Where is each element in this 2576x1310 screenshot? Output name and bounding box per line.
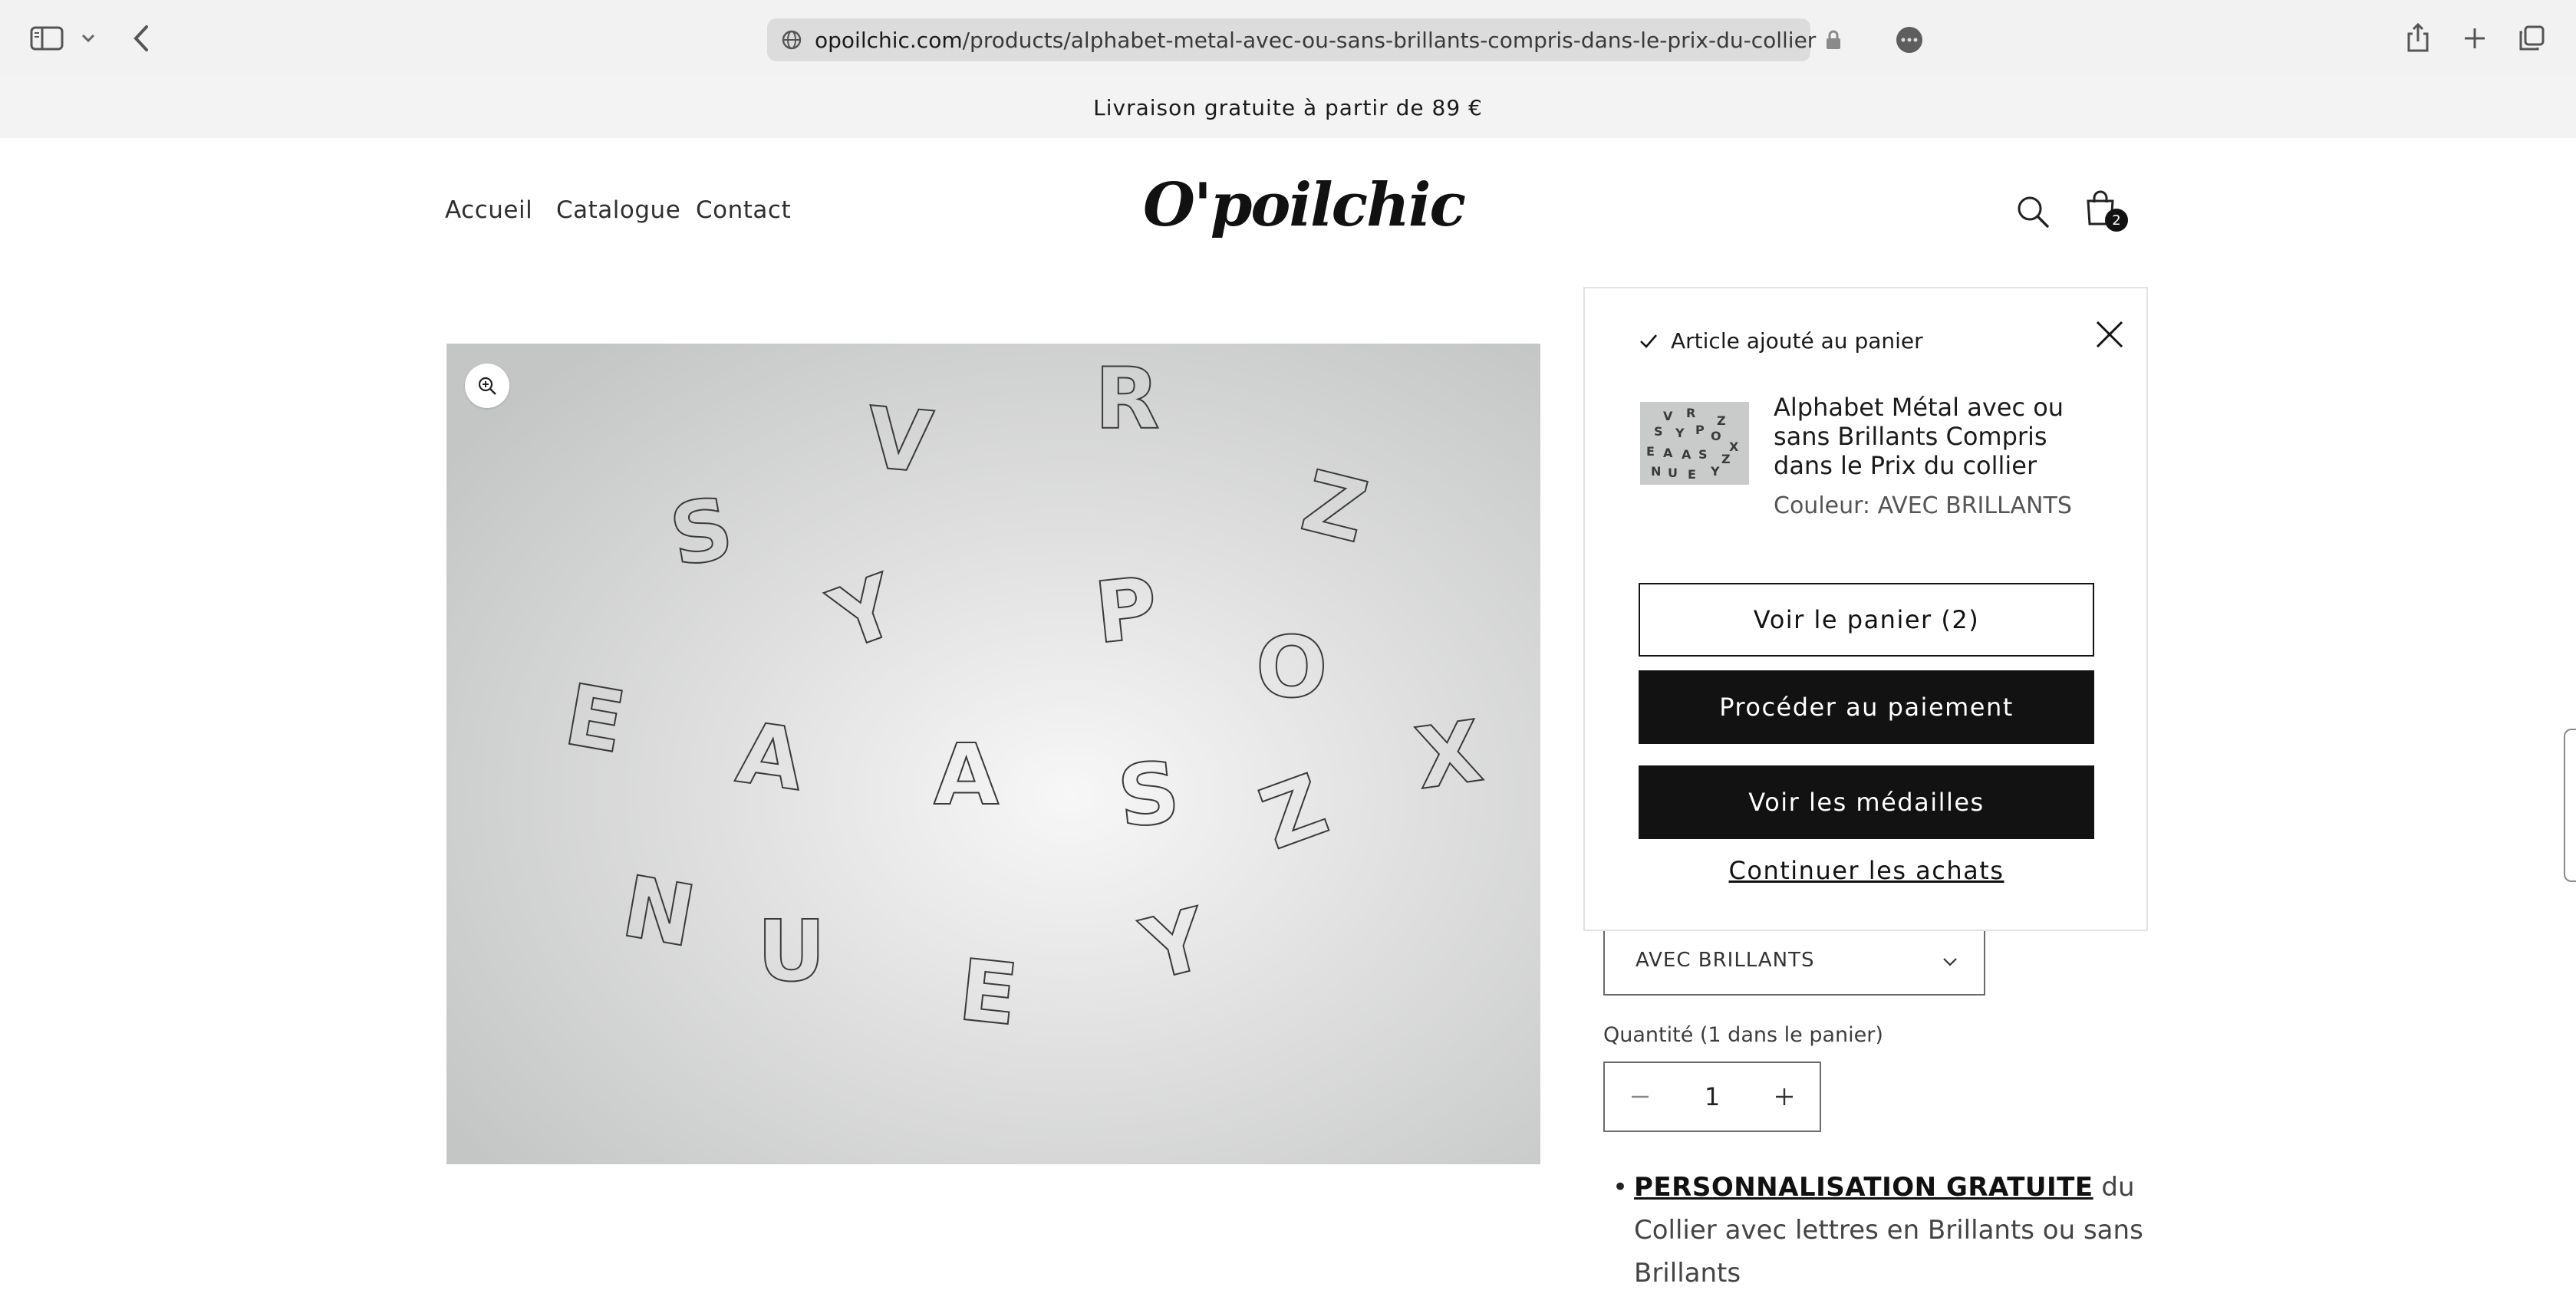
continue-shopping-link[interactable]: Continuer les achats (1639, 856, 2094, 885)
metal-letter: R (1095, 350, 1160, 448)
svg-text:Y: Y (1675, 426, 1685, 440)
added-status: Article ajouté au panier (1639, 328, 1923, 354)
plus-icon[interactable] (2459, 23, 2490, 54)
metal-letter: X (1410, 702, 1488, 808)
announcement-text: Livraison gratuite à partir de 89 € (1093, 94, 1483, 120)
close-icon[interactable] (2091, 316, 2128, 353)
metal-letter: S (1113, 742, 1184, 847)
zoom-icon (477, 376, 497, 396)
url-text: opoilchic.com/products/alphabet-metal-av… (815, 27, 1817, 53)
product-description: • PERSONNALISATION GRATUITE du Collier a… (1603, 1166, 2156, 1295)
minus-icon (1632, 1095, 1649, 1098)
nav-link-contact[interactable]: Contact (696, 196, 791, 224)
chevron-down-icon[interactable] (77, 29, 100, 48)
metal-letter: U (757, 902, 825, 1000)
address-bar[interactable]: opoilchic.com/products/alphabet-metal-av… (767, 18, 1923, 61)
svg-text:Z: Z (1717, 413, 1726, 428)
plus-icon (1776, 1088, 1793, 1105)
product-image[interactable]: SVRZYPOEAASXZNUEY (446, 344, 1540, 1164)
checkout-button[interactable]: Procéder au paiement (1639, 670, 2094, 744)
metal-letter: A (731, 703, 809, 810)
share-icon[interactable] (2403, 18, 2433, 57)
check-icon (1639, 333, 1659, 350)
metal-letter: A (934, 726, 999, 824)
zoom-button[interactable] (465, 364, 509, 408)
color-select[interactable]: AVEC BRILLANTS (1603, 925, 1985, 996)
svg-text:S: S (1698, 447, 1708, 462)
sidebar-icon[interactable] (28, 23, 66, 54)
product-thumbnail: VRZ SYPO EAASX NUEYZ (1640, 402, 1749, 485)
svg-text:A: A (1663, 446, 1673, 460)
quantity-increase-button[interactable] (1749, 1063, 1820, 1131)
metal-letter: O (1256, 618, 1328, 716)
quantity-decrease-button[interactable] (1605, 1063, 1675, 1131)
popup-product-title: Alphabet Métal avec ou sans Brillants Co… (1774, 393, 2064, 480)
svg-text:U: U (1668, 466, 1678, 480)
view-cart-button[interactable]: Voir le panier (2) (1639, 583, 2094, 657)
view-medals-button[interactable]: Voir les médailles (1639, 765, 2094, 839)
svg-text:P: P (1695, 423, 1705, 437)
metal-letter: V (863, 388, 937, 492)
more-icon[interactable] (1896, 26, 1923, 54)
cart-notification: Article ajouté au panier VRZ SYPO EAASX … (1583, 287, 2148, 931)
svg-text:A: A (1682, 447, 1692, 462)
announcement-bar: Livraison gratuite à partir de 89 € (0, 77, 2576, 138)
quantity-input[interactable]: 1 (1675, 1082, 1749, 1111)
svg-text:O: O (1711, 429, 1721, 443)
browser-toolbar: opoilchic.com/products/alphabet-metal-av… (0, 0, 2576, 77)
chevron-down-icon (1942, 957, 1958, 966)
nav-link-accueil[interactable]: Accueil (445, 196, 532, 224)
svg-text:Z: Z (1721, 452, 1731, 466)
scrollbar-handle[interactable] (2564, 729, 2576, 882)
svg-text:R: R (1686, 406, 1695, 420)
popup-product-variant: Couleur: AVEC BRILLANTS (1774, 492, 2072, 519)
site-header: Accueil Catalogue Contact O'poilchic (0, 138, 2576, 284)
site-logo[interactable]: O'poilchic (1143, 170, 1466, 240)
quantity-stepper: 1 (1603, 1061, 1821, 1132)
svg-text:Y: Y (1710, 464, 1720, 479)
cart-count-badge: 2 (2105, 209, 2128, 232)
back-icon[interactable] (126, 21, 156, 55)
metal-letter: P (1090, 558, 1162, 663)
description-highlight[interactable]: PERSONNALISATION GRATUITE (1634, 1172, 2093, 1203)
lock-icon (1825, 29, 1842, 51)
svg-text:S: S (1654, 424, 1663, 439)
globe-icon (781, 29, 802, 51)
color-select-value: AVEC BRILLANTS (1636, 949, 1815, 972)
search-icon[interactable] (2016, 195, 2050, 229)
svg-text:X: X (1729, 439, 1739, 454)
quantity-label: Quantité (1 dans le panier) (1603, 1023, 1883, 1047)
svg-text:V: V (1663, 409, 1673, 423)
nav-link-catalogue[interactable]: Catalogue (556, 196, 680, 224)
svg-text:E: E (1688, 467, 1696, 482)
metal-letter: E (954, 941, 1022, 1045)
tabs-icon[interactable] (2516, 23, 2547, 54)
bullet-icon: • (1612, 1172, 1629, 1203)
added-status-text: Article ajouté au panier (1671, 328, 1923, 354)
svg-text:E: E (1646, 444, 1655, 459)
svg-text:N: N (1651, 464, 1661, 479)
